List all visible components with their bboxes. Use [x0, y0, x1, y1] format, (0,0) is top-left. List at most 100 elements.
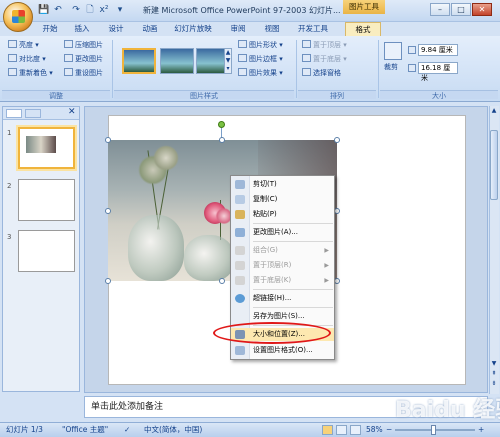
- prev-slide-icon[interactable]: ⇞: [490, 370, 498, 378]
- tab-design[interactable]: 设计: [104, 22, 128, 36]
- width-input[interactable]: 16.18 厘米: [418, 62, 458, 82]
- cut-icon: [235, 180, 245, 189]
- menu-item-label: 置于顶层(R): [253, 261, 292, 269]
- zoom-level[interactable]: 58%: [366, 423, 383, 437]
- scroll-down-icon[interactable]: ▼: [490, 360, 498, 368]
- scroll-up-icon[interactable]: ▲: [490, 107, 498, 115]
- close-pane-icon[interactable]: ✕: [68, 107, 76, 117]
- crop-icon[interactable]: [384, 42, 402, 60]
- contrast-icon: [8, 54, 17, 62]
- recolor-button[interactable]: 重新着色 ▾: [8, 68, 53, 79]
- slide-thumbnail[interactable]: [18, 179, 75, 221]
- slideshow-view-icon[interactable]: [350, 425, 361, 435]
- menu-item-cut[interactable]: 剪切(T): [231, 178, 334, 191]
- tab-format[interactable]: 格式: [345, 22, 381, 36]
- menu-item-paste[interactable]: 粘贴(P): [231, 208, 334, 221]
- maximize-button[interactable]: □: [451, 3, 471, 16]
- send-back-button[interactable]: 置于底层 ▾: [302, 54, 347, 65]
- menu-item-change-picture[interactable]: 更改图片(A)...: [231, 226, 334, 239]
- normal-view-icon[interactable]: [322, 425, 333, 435]
- change-picture-button[interactable]: 更改图片: [64, 54, 103, 65]
- zoom-out-icon[interactable]: −: [386, 423, 392, 437]
- outline-tab-icon[interactable]: [25, 109, 41, 118]
- picture-style-1[interactable]: [122, 48, 156, 74]
- save-icon[interactable]: 💾: [38, 4, 50, 16]
- spellcheck-icon[interactable]: ✓: [124, 423, 130, 437]
- compress-label: 压缩图片: [75, 41, 103, 49]
- resize-handle[interactable]: [105, 208, 111, 214]
- group-icon: [235, 246, 245, 255]
- tab-insert[interactable]: 插入: [70, 22, 94, 36]
- menu-item-format-picture[interactable]: 设置图片格式(O)...: [231, 344, 334, 357]
- send-back-icon: [235, 276, 245, 285]
- slide-picture-thumbnail: [26, 136, 56, 153]
- menu-separator: [253, 223, 333, 224]
- redo-icon[interactable]: ↷: [70, 4, 82, 16]
- tab-slideshow[interactable]: 幻灯片放映: [170, 22, 216, 36]
- resize-handle[interactable]: [334, 137, 340, 143]
- tab-animation[interactable]: 动画: [138, 22, 162, 36]
- height-input[interactable]: 9.84 厘米: [418, 44, 458, 56]
- minimize-button[interactable]: –: [430, 3, 450, 16]
- resize-handle[interactable]: [219, 137, 225, 143]
- pane-tabs: ✕: [3, 107, 79, 120]
- styles-scroll-icon[interactable]: ▲ ▼ ▾: [224, 48, 232, 74]
- contrast-button[interactable]: 对比度 ▾: [8, 54, 46, 65]
- group-label-arrange: 排列: [298, 90, 376, 100]
- picture-tools-label: 图片工具: [343, 0, 385, 14]
- picture-shape-button[interactable]: 图片形状 ▾: [238, 40, 283, 51]
- tab-home[interactable]: 开始: [38, 22, 62, 36]
- slide-number: 1: [7, 129, 12, 137]
- picture-border-button[interactable]: 图片边框 ▾: [238, 54, 283, 65]
- scroll-thumb[interactable]: [490, 130, 498, 200]
- bring-front-icon: [235, 261, 245, 270]
- selection-pane-icon: [302, 68, 311, 76]
- compress-button[interactable]: 压缩图片: [64, 40, 103, 51]
- zoom-in-icon[interactable]: +: [478, 423, 484, 437]
- slide-indicator: 幻灯片 1/3: [6, 425, 43, 434]
- slide-number: 2: [7, 182, 12, 190]
- bring-front-button[interactable]: 置于顶层 ▾: [302, 40, 347, 51]
- sorter-view-icon[interactable]: [336, 425, 347, 435]
- zoom-slider-knob[interactable]: [431, 425, 436, 435]
- next-slide-icon[interactable]: ⇟: [490, 380, 498, 388]
- reset-picture-button[interactable]: 重设图片: [64, 68, 103, 79]
- close-button[interactable]: ✕: [472, 3, 492, 16]
- brightness-label: 亮度 ▾: [19, 41, 39, 49]
- menu-item-group[interactable]: 组合(G) ▶: [231, 244, 334, 257]
- tab-view[interactable]: 视图: [260, 22, 284, 36]
- separator: [296, 40, 297, 98]
- change-picture-icon: [64, 54, 73, 62]
- resize-handle[interactable]: [105, 137, 111, 143]
- menu-item-copy[interactable]: 复制(C): [231, 193, 334, 206]
- send-back-label: 置于底层 ▾: [313, 55, 347, 63]
- office-button[interactable]: [3, 2, 33, 32]
- resize-handle[interactable]: [105, 278, 111, 284]
- separator: [112, 40, 113, 98]
- superscript-icon[interactable]: x²: [98, 4, 110, 16]
- slides-tab-icon[interactable]: [6, 109, 22, 118]
- tab-review[interactable]: 审阅: [226, 22, 250, 36]
- undo-icon[interactable]: ↶: [52, 4, 64, 16]
- language[interactable]: 中文(简体，中国): [144, 423, 202, 437]
- brightness-button[interactable]: 亮度 ▾: [8, 40, 39, 51]
- theme-name[interactable]: "Office 主题": [62, 423, 108, 437]
- crop-label[interactable]: 裁剪: [384, 62, 398, 73]
- menu-item-save-as-picture[interactable]: 另存为图片(S)...: [231, 310, 334, 323]
- tab-developer[interactable]: 开发工具: [294, 22, 332, 36]
- slide-thumbnail[interactable]: [18, 230, 75, 272]
- qat-more-icon[interactable]: ▾: [114, 4, 126, 16]
- resize-handle[interactable]: [219, 278, 225, 284]
- picture-style-2[interactable]: [160, 48, 194, 74]
- picture-effects-button[interactable]: 图片效果 ▾: [238, 68, 283, 79]
- selection-pane-button[interactable]: 选择窗格: [302, 68, 341, 79]
- dried-flower: [153, 145, 179, 171]
- menu-item-bring-front[interactable]: 置于顶层(R) ▶: [231, 259, 334, 272]
- slide-thumbnail[interactable]: [18, 127, 75, 169]
- print-icon[interactable]: 🗋: [84, 4, 96, 16]
- highlight-ellipse: [213, 322, 331, 344]
- menu-item-hyperlink[interactable]: 超链接(H)...: [231, 292, 334, 305]
- menu-item-label: 组合(G): [253, 246, 278, 254]
- rotation-handle[interactable]: [218, 121, 225, 128]
- menu-item-send-back[interactable]: 置于底层(K) ▶: [231, 274, 334, 287]
